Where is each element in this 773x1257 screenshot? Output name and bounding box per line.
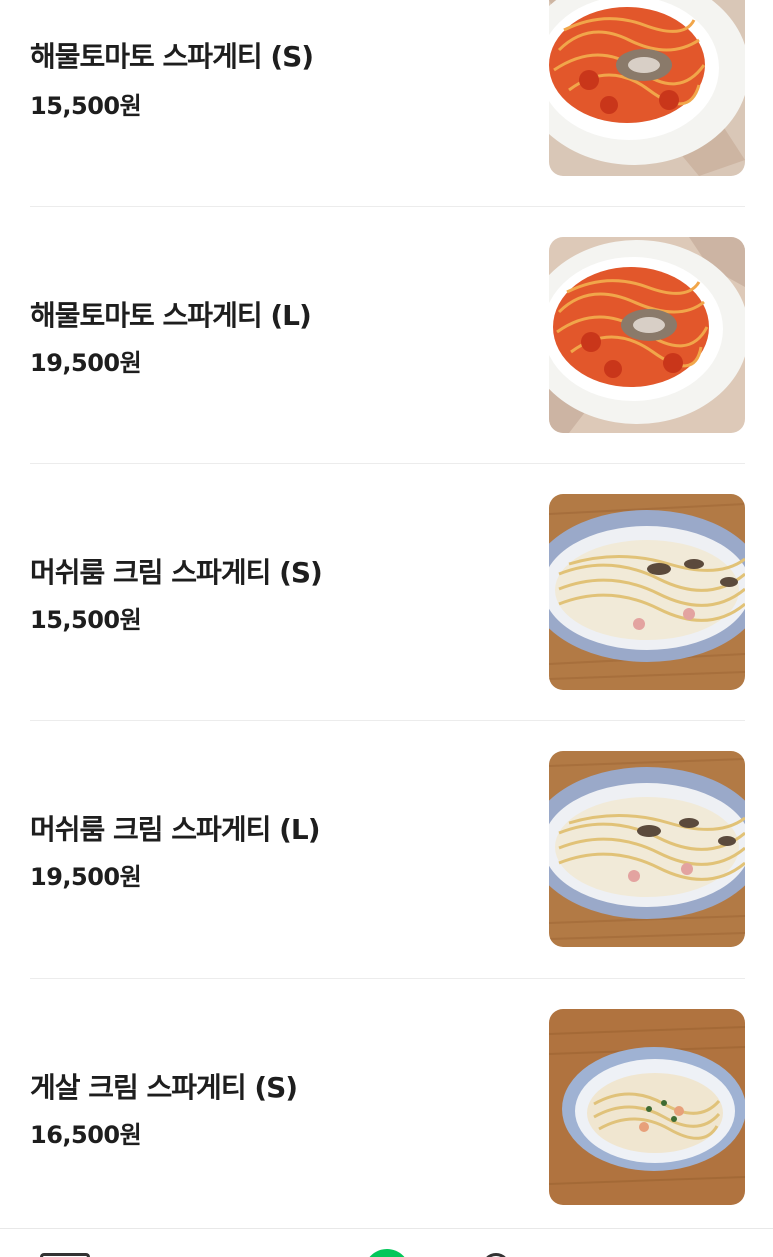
menu-item[interactable]: 해물토마토 스파게티 (S) 15,500원 [30,0,745,176]
list-icon[interactable] [40,1253,90,1257]
home-icon[interactable] [364,1249,410,1257]
mushroom-cream-spaghetti-photo [549,494,745,690]
menu-item-name: 해물토마토 스파게티 (L) [30,299,312,332]
menu-item-price: 15,500원 [30,606,142,634]
menu-item[interactable]: 게살 크림 스파게티 (S) 16,500원 [30,1009,745,1205]
divider [30,463,745,464]
divider [30,978,745,979]
menu-item-price: 19,500원 [30,863,142,891]
menu-item-name: 게살 크림 스파게티 (S) [30,1071,298,1104]
menu-item[interactable]: 해물토마토 스파게티 (L) 19,500원 [30,237,745,433]
menu-item[interactable]: 머쉬룸 크림 스파게티 (L) 19,500원 [30,751,745,947]
profile-icon[interactable] [482,1253,510,1257]
menu-item-name: 머쉬룸 크림 스파게티 (L) [30,813,321,846]
menu-item-price: 19,500원 [30,349,142,377]
bottom-tab-bar [0,1228,773,1257]
menu-item-price: 15,500원 [30,92,142,120]
menu-item-price: 16,500원 [30,1121,142,1149]
divider [30,720,745,721]
tomato-seafood-spaghetti-photo [549,237,745,433]
menu-item-name: 머쉬룸 크림 스파게티 (S) [30,556,323,589]
tomato-seafood-spaghetti-photo [549,0,745,176]
menu-item[interactable]: 머쉬룸 크림 스파게티 (S) 15,500원 [30,494,745,690]
menu-item-name: 해물토마토 스파게티 (S) [30,40,314,73]
divider [30,206,745,207]
menu-screen: 해물토마토 스파게티 (S) 15,500원 해물토마토 스파게티 (L) 19… [0,0,773,1257]
crab-cream-spaghetti-photo [549,1009,745,1205]
mushroom-cream-spaghetti-photo [549,751,745,947]
